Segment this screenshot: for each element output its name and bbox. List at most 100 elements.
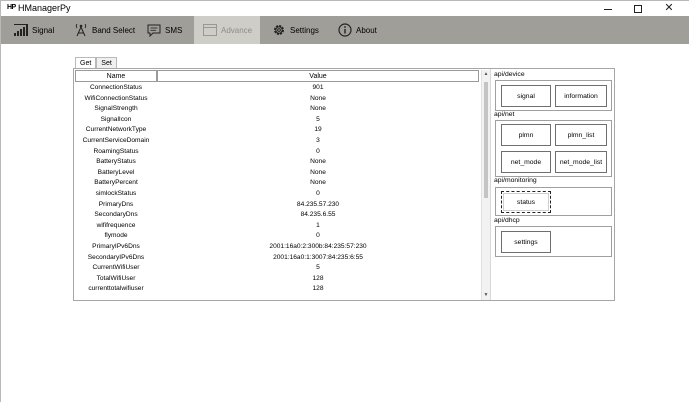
table-row[interactable]: BatteryPercent None xyxy=(75,178,481,189)
group-box-monitoring: status xyxy=(495,187,612,216)
tab-advance-label: Advance xyxy=(221,25,253,35)
table-scrollbar[interactable]: ▲ ▼ xyxy=(481,70,490,300)
status-button[interactable]: status xyxy=(501,191,551,213)
tab-advance[interactable]: Advance xyxy=(194,16,260,44)
scroll-down-icon[interactable]: ▼ xyxy=(482,291,490,300)
row-name-cell: simlockStatus xyxy=(95,189,137,197)
gear-icon xyxy=(271,22,287,38)
group-title-device: api/device xyxy=(494,71,525,78)
row-value-cell: None xyxy=(310,179,326,187)
minimize-button[interactable] xyxy=(593,1,623,16)
group-title-dhcp: api/dhcp xyxy=(494,217,520,224)
tab-signal-label: Signal xyxy=(32,25,55,35)
table-row[interactable]: SecondaryIPv6Dns 2001:16a0:1:3007:84:235:… xyxy=(75,253,481,264)
table-row[interactable]: TotalWifiUser 128 xyxy=(75,274,481,285)
table-row[interactable]: PrimaryDns 84.235.57.230 xyxy=(75,200,481,211)
plmn-list-button[interactable]: plmn_list xyxy=(555,124,607,146)
table-row[interactable]: SignalIcon 5 xyxy=(75,115,481,126)
row-value-cell: 128 xyxy=(312,285,324,293)
row-value-cell: 5 xyxy=(316,115,320,123)
row-name-cell: CurrentWifiUser xyxy=(92,264,140,272)
table-row[interactable]: BatteryStatus None xyxy=(75,157,481,168)
tab-sms-label: SMS xyxy=(165,25,183,35)
row-name-cell: WifiConnectionStatus xyxy=(84,94,148,102)
row-name-cell: SignalStrength xyxy=(94,105,138,113)
row-value-cell: 0 xyxy=(316,232,320,240)
row-value-cell: 901 xyxy=(312,84,324,91)
row-value-cell: 5 xyxy=(316,264,320,272)
minimize-icon xyxy=(604,8,612,10)
main-tab-bar: Signal Band Select SMS Advance Settings xyxy=(1,16,689,44)
app-window: HP HManagerPy ✕ Signal Band Select SMS A… xyxy=(0,0,689,402)
table-row[interactable]: RoamingStatus 0 xyxy=(75,147,481,158)
tab-sms[interactable]: SMS xyxy=(146,16,182,44)
column-header-value[interactable]: Value xyxy=(157,70,479,82)
row-value-cell: 0 xyxy=(316,189,320,197)
group-box-device: signal information xyxy=(495,80,612,111)
tab-signal[interactable]: Signal xyxy=(13,16,54,44)
plmn-button[interactable]: plmn xyxy=(501,124,551,146)
tower-icon xyxy=(73,22,89,38)
table-body: ConnectionStatus 901 WifiConnectionStatus N… xyxy=(75,83,481,295)
tab-settings[interactable]: Settings xyxy=(271,16,319,44)
scroll-up-icon[interactable]: ▲ xyxy=(482,70,490,79)
close-button[interactable]: ✕ xyxy=(654,1,684,16)
row-value-cell: None xyxy=(310,105,326,113)
row-name-cell: SecondaryDns xyxy=(94,211,138,219)
table-row[interactable]: CurrentServiceDomain 3 xyxy=(75,136,481,147)
app-logo-icon: HP xyxy=(7,4,16,11)
tab-band-select[interactable]: Band Select xyxy=(73,16,135,44)
row-value-cell: 84.235.57.230 xyxy=(296,200,340,208)
table-row[interactable]: currenttotalwifiuser 128 xyxy=(75,284,481,295)
status-table: Name Value ConnectionStatus 901 WifiConnec… xyxy=(75,70,481,300)
table-row[interactable]: BatteryLevel None xyxy=(75,168,481,179)
table-row[interactable]: ConnectionStatus 901 xyxy=(75,83,481,94)
row-value-cell: 19 xyxy=(314,126,322,134)
net-mode-button[interactable]: net_mode xyxy=(501,151,551,173)
row-name-cell: CurrentNetworkType xyxy=(85,126,147,134)
close-icon: ✕ xyxy=(664,2,674,14)
window-title: HManagerPy xyxy=(18,3,71,13)
row-name-cell: PrimaryIPv6Dns xyxy=(92,242,140,250)
row-value-cell: None xyxy=(310,94,326,102)
table-row[interactable]: wififrequence 1 xyxy=(75,221,481,232)
row-name-cell: ConnectionStatus xyxy=(89,84,143,91)
signal-bars-icon xyxy=(13,22,29,38)
tab-settings-label: Settings xyxy=(290,25,319,35)
row-name-cell: SecondaryIPv6Dns xyxy=(87,253,145,261)
net-mode-list-button[interactable]: net_mode_list xyxy=(555,151,607,173)
tab-about-label: About xyxy=(356,25,377,35)
table-row[interactable]: CurrentNetworkType 19 xyxy=(75,125,481,136)
row-value-cell: None xyxy=(310,158,326,166)
info-icon xyxy=(337,22,353,38)
table-header: Name Value xyxy=(75,70,481,82)
table-row[interactable]: CurrentWifiUser 5 xyxy=(75,263,481,274)
row-name-cell: CurrentServiceDomain xyxy=(82,136,150,144)
group-title-net: api/net xyxy=(494,111,515,118)
table-row[interactable]: PrimaryIPv6Dns 2001:16a0:2:300b:84:235:57… xyxy=(75,242,481,253)
message-icon xyxy=(146,22,162,38)
table-row[interactable]: flymode 0 xyxy=(75,231,481,242)
group-title-monitoring: api/monitoring xyxy=(494,177,537,184)
table-row[interactable]: SecondaryDns 84.235.6.55 xyxy=(75,210,481,221)
table-row[interactable]: simlockStatus 0 xyxy=(75,189,481,200)
row-value-cell: 2001:16a0:2:300b:84:235:57:230 xyxy=(269,242,367,250)
signal-button[interactable]: signal xyxy=(501,85,551,107)
scroll-thumb[interactable] xyxy=(484,82,488,198)
column-header-name[interactable]: Name xyxy=(75,70,157,82)
tab-band-select-label: Band Select xyxy=(92,25,136,35)
settings-button[interactable]: settings xyxy=(501,231,551,253)
row-value-cell: 1 xyxy=(316,221,320,229)
row-name-cell: flymode xyxy=(104,232,128,240)
api-panel: api/device signal information api/net pl… xyxy=(490,69,614,300)
information-button[interactable]: information xyxy=(555,85,607,107)
row-name-cell: BatteryStatus xyxy=(96,158,136,166)
title-bar: HP HManagerPy ✕ xyxy=(1,1,689,16)
table-row[interactable]: WifiConnectionStatus None xyxy=(75,94,481,105)
row-value-cell: 128 xyxy=(312,274,324,282)
table-row[interactable]: SignalStrength None xyxy=(75,104,481,115)
tab-about[interactable]: About xyxy=(337,16,377,44)
row-name-cell: currenttotalwifiuser xyxy=(88,285,144,293)
row-name-cell: SignalIcon xyxy=(100,115,132,123)
maximize-button[interactable] xyxy=(623,1,653,16)
